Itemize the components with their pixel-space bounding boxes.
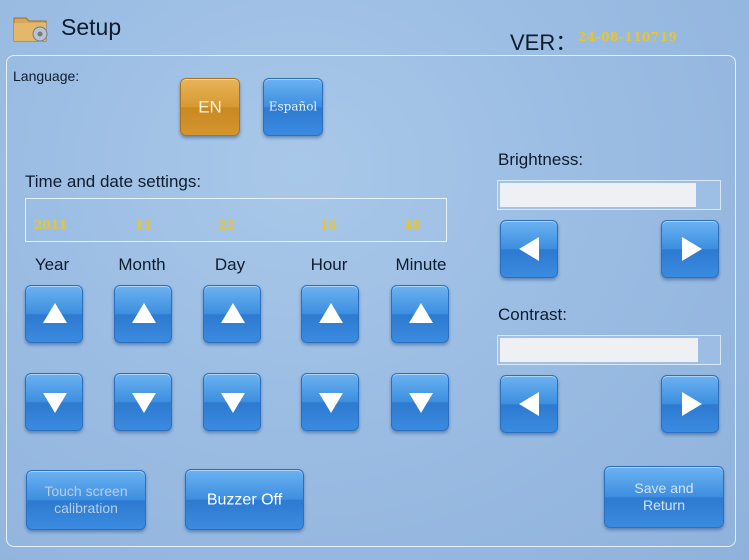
day-label: Day (214, 255, 246, 274)
arrow-down-icon (132, 393, 156, 413)
hour-up-button[interactable] (301, 285, 359, 343)
year-down-button[interactable] (25, 373, 83, 431)
language-label: Language: (13, 68, 80, 84)
arrow-down-icon (43, 393, 67, 413)
month-label: Month (118, 255, 166, 274)
save-return-button[interactable]: Save and Return (604, 466, 724, 528)
folder-gear-icon (12, 12, 52, 44)
arrow-left-icon (519, 392, 539, 416)
arrow-up-icon (132, 303, 156, 323)
day-up-button[interactable] (203, 285, 261, 343)
contrast-label: Contrast: (498, 305, 567, 324)
month-up-button[interactable] (114, 285, 172, 343)
arrow-up-icon (43, 303, 67, 323)
version-value: 24-08-110719 (578, 30, 678, 44)
buzzer-button[interactable]: Buzzer Off (185, 469, 304, 530)
hour-value: 16 (320, 218, 337, 232)
arrow-down-icon (221, 393, 245, 413)
brightness-level (500, 183, 696, 207)
touch-calibration-button[interactable]: Touch screen calibration (26, 470, 146, 530)
minute-down-button[interactable] (391, 373, 449, 431)
day-down-button[interactable] (203, 373, 261, 431)
language-en-label: EN (198, 97, 222, 117)
brightness-decrease-button[interactable] (500, 220, 558, 278)
brightness-slider[interactable] (497, 180, 721, 210)
arrow-down-icon (409, 393, 433, 413)
arrow-right-icon (682, 392, 702, 416)
language-en-button[interactable]: EN (180, 78, 240, 136)
minute-label: Minute (395, 255, 447, 274)
page-title: Setup (61, 14, 122, 40)
minute-up-button[interactable] (391, 285, 449, 343)
year-label: Year (34, 255, 70, 274)
hour-down-button[interactable] (301, 373, 359, 431)
minute-value: 48 (404, 218, 421, 232)
day-value: 22 (218, 218, 235, 232)
buzzer-label: Buzzer Off (206, 491, 283, 508)
contrast-level (500, 338, 699, 362)
touch-calibration-label: Touch screen calibration (44, 483, 128, 516)
contrast-slider[interactable] (497, 335, 721, 365)
year-value: 2011 (34, 218, 68, 232)
datetime-display (25, 198, 447, 242)
language-es-label: Español (268, 99, 318, 114)
contrast-decrease-button[interactable] (500, 375, 558, 433)
arrow-up-icon (221, 303, 245, 323)
month-down-button[interactable] (114, 373, 172, 431)
save-return-label: Save and Return (634, 480, 694, 513)
arrow-left-icon (519, 237, 539, 261)
arrow-right-icon (682, 237, 702, 261)
version-label: VER： (510, 30, 578, 55)
arrow-up-icon (319, 303, 343, 323)
arrow-down-icon (319, 393, 343, 413)
language-es-button[interactable]: Español (263, 78, 323, 136)
year-up-button[interactable] (25, 285, 83, 343)
brightness-label: Brightness: (498, 150, 584, 169)
hour-label: Hour (310, 255, 348, 274)
datetime-label: Time and date settings: (25, 172, 202, 191)
arrow-up-icon (409, 303, 433, 323)
contrast-increase-button[interactable] (661, 375, 719, 433)
brightness-increase-button[interactable] (661, 220, 719, 278)
month-value: 11 (135, 218, 152, 232)
